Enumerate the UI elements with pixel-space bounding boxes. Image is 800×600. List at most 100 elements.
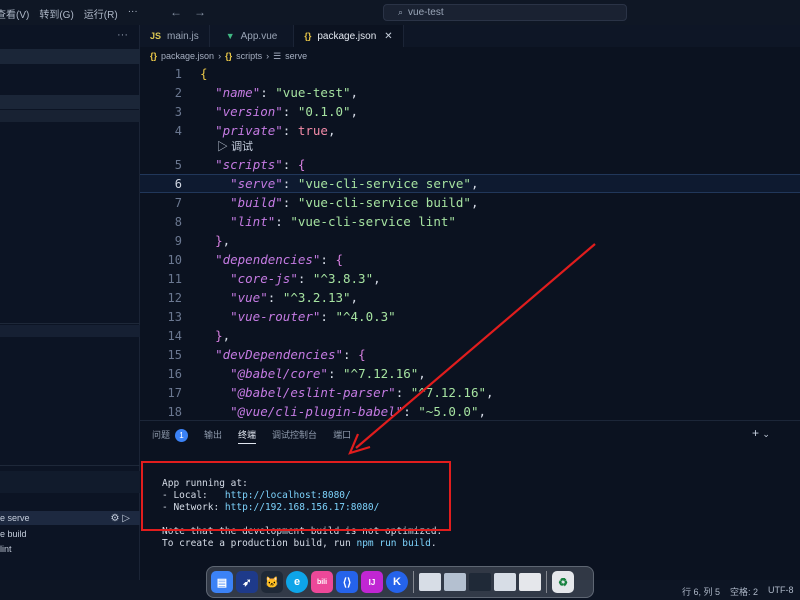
tab-app-vue[interactable]: ▼ App.vue: [210, 25, 295, 47]
js-file-icon: JS: [150, 31, 162, 41]
menu-more[interactable]: ···: [128, 6, 138, 21]
play-icon[interactable]: ▷: [122, 513, 130, 524]
code-line: 10 "dependencies": {: [167, 252, 344, 267]
breadcrumb-section[interactable]: scripts: [236, 51, 262, 61]
tab-main-js[interactable]: JS main.js: [140, 25, 210, 47]
codelens-debug[interactable]: ▷ 调试: [140, 138, 800, 154]
npm-script-serve[interactable]: e serve ⚙ ▷: [0, 511, 140, 525]
sidebar-divider: [0, 323, 140, 324]
breadcrumb-file[interactable]: package.json: [161, 51, 214, 61]
jetbrains-icon[interactable]: IJ: [361, 571, 383, 593]
run-script-tools: ⚙ ▷: [111, 513, 130, 524]
launcher-rocket-icon[interactable]: ➶: [236, 571, 258, 593]
code-line: 9 },: [174, 233, 231, 248]
sidebar-section-header[interactable]: [0, 49, 140, 64]
menu-run[interactable]: 运行(R): [84, 6, 118, 21]
json-file-icon: {}: [150, 51, 158, 61]
tab-debug-console[interactable]: 调试控制台: [272, 428, 317, 444]
tab-terminal[interactable]: 终端: [238, 428, 257, 444]
gear-icon[interactable]: ⚙: [111, 513, 120, 524]
code-line: 17 "@babel/eslint-parser": "^7.12.16",: [167, 385, 494, 400]
menu-view[interactable]: 查看(V): [0, 6, 29, 21]
window-thumbnail[interactable]: [519, 573, 541, 591]
encoding[interactable]: UTF-8: [768, 585, 794, 598]
panel-tabs: 问题 1 输出 终端 调试控制台 端口: [152, 428, 351, 444]
play-icon: ▷: [217, 141, 228, 153]
build-suffix: .: [430, 538, 437, 549]
status-right: 行 6, 列 5 空格: 2 UTF-8: [682, 585, 794, 598]
sidebar-section-header[interactable]: [0, 110, 140, 122]
code-line: 8 "lint": "vue-cli-service lint": [174, 214, 456, 229]
back-arrow-icon[interactable]: ←: [170, 5, 182, 19]
explorer-sidebar: ··· e serve ⚙ ▷ e build lint: [0, 25, 140, 580]
breadcrumb-item[interactable]: serve: [285, 51, 307, 61]
build-command: npm run build: [356, 538, 431, 549]
vue-file-icon: ▼: [225, 31, 235, 41]
code-line: 1{: [174, 66, 208, 81]
recycle-bin-icon[interactable]: ♻: [552, 571, 574, 593]
code-line: 11 "core-js": "^3.8.3",: [167, 271, 381, 286]
highlight-box: [141, 461, 451, 531]
chevron-right-icon: ›: [266, 51, 270, 61]
code-line: 13 "vue-router": "^4.0.3": [167, 309, 396, 324]
taskbar-dock: ▤ ➶ 🐱 e bili ⟨⟩ IJ K ♻: [206, 566, 594, 598]
tab-problems[interactable]: 问题 1: [152, 428, 189, 444]
tab-output[interactable]: 输出: [204, 428, 222, 444]
dock-separator: [413, 571, 414, 593]
code-editor[interactable]: 1{ 2 "name": "vue-test", 3 "version": "0…: [140, 64, 800, 419]
code-line: 15 "devDependencies": {: [167, 347, 366, 362]
code-line: 12 "vue": "^3.2.13",: [167, 290, 359, 305]
json-file-icon: {}: [304, 31, 312, 41]
sidebar-section-header[interactable]: [0, 471, 140, 493]
window-thumbnail[interactable]: [494, 573, 516, 591]
close-icon[interactable]: ✕: [384, 31, 392, 42]
tab-label: main.js: [167, 30, 199, 42]
code-line-current: 6 "serve": "vue-cli-service serve",: [140, 174, 800, 193]
dock-separator: [546, 571, 547, 593]
window-thumbnail[interactable]: [444, 573, 466, 591]
breadcrumb: {} package.json › {} scripts › ☰ serve: [150, 48, 307, 64]
search-text: vue-test: [408, 7, 444, 18]
debug-label: 调试: [231, 141, 254, 153]
cursor-position[interactable]: 行 6, 列 5: [682, 585, 720, 598]
edge-browser-icon[interactable]: e: [286, 571, 308, 593]
search-icon: ⌕: [398, 7, 404, 17]
sidebar-divider: [0, 465, 140, 466]
npm-script-build[interactable]: e build: [0, 527, 140, 541]
code-line: 3 "version": "0.1.0",: [174, 104, 359, 119]
sidebar-section-header[interactable]: [0, 95, 140, 109]
build-prefix: To create a production build, run: [162, 538, 357, 549]
tab-package-json[interactable]: {} package.json ✕: [294, 25, 404, 47]
npm-script-label: e build: [0, 529, 27, 539]
tab-label: package.json: [317, 30, 377, 42]
forward-arrow-icon[interactable]: →: [194, 5, 206, 19]
code-line: 16 "@babel/core": "^7.12.16",: [167, 366, 426, 381]
menu-bar: 查看(V) 转到(G) 运行(R) ···: [0, 6, 148, 21]
title-bar: 查看(V) 转到(G) 运行(R) ··· ← → ⌕ vue-test: [0, 0, 800, 25]
command-center-search[interactable]: ⌕ vue-test: [383, 4, 627, 21]
npm-script-lint[interactable]: lint: [0, 542, 140, 556]
tab-label: App.vue: [240, 30, 278, 42]
object-icon: {}: [225, 51, 233, 61]
code-line: 5 "scripts": {: [174, 157, 306, 172]
bilibili-icon[interactable]: bili: [311, 571, 333, 593]
chevron-right-icon: ›: [218, 51, 222, 61]
tab-label: 问题: [152, 430, 171, 440]
code-line: 14 },: [167, 328, 231, 343]
vscode-icon[interactable]: ⟨⟩: [336, 571, 358, 593]
sidebar-section-header[interactable]: [0, 325, 140, 337]
finder-icon[interactable]: ▤: [211, 571, 233, 593]
npm-script-label: e serve: [0, 513, 30, 523]
window-thumbnail[interactable]: [419, 573, 441, 591]
cat-app-icon[interactable]: 🐱: [261, 571, 283, 593]
panel-tools: + ⌄: [752, 426, 770, 440]
tab-ports[interactable]: 端口: [333, 428, 351, 444]
k-app-icon[interactable]: K: [386, 571, 408, 593]
add-terminal-icon[interactable]: +: [752, 426, 759, 440]
indentation[interactable]: 空格: 2: [730, 585, 758, 598]
menu-go[interactable]: 转到(G): [39, 6, 73, 21]
chevron-down-icon[interactable]: ⌄: [762, 429, 770, 439]
npm-script-label: lint: [0, 544, 12, 554]
window-thumbnail[interactable]: [469, 573, 491, 591]
more-actions-icon[interactable]: ···: [117, 29, 128, 41]
